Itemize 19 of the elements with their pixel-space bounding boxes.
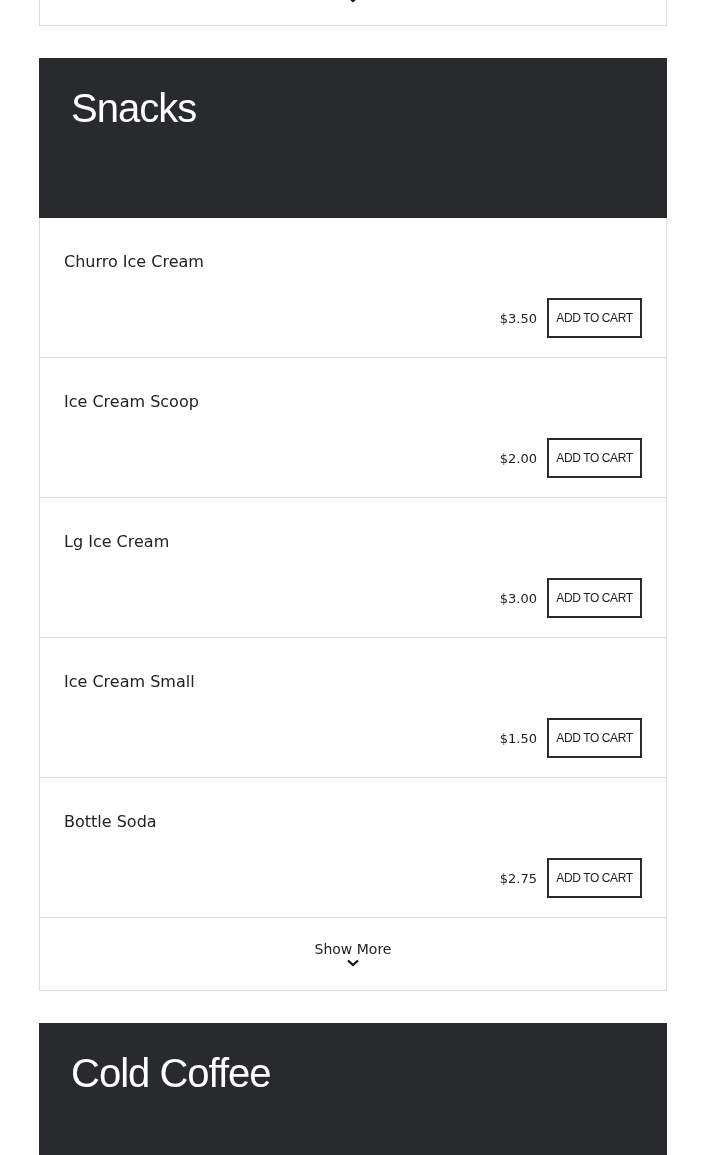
item-price: $3.50 [499, 310, 537, 326]
item-name: Churro Ice Cream [64, 252, 205, 271]
item-price: $3.00 [499, 590, 537, 606]
add-to-cart-button[interactable]: ADD TO CART [547, 298, 642, 338]
item-name: Bottle Soda [64, 812, 158, 831]
item-price: $2.75 [499, 870, 537, 886]
chevron-down-icon [347, 959, 359, 967]
show-more-button[interactable]: Show More [39, 918, 667, 991]
add-to-cart-button[interactable]: ADD TO CART [547, 578, 642, 618]
item-price: $2.00 [499, 450, 537, 466]
section-title: Cold Coffee [71, 1051, 272, 1096]
item-name: Ice Cream Scoop [64, 392, 200, 411]
add-to-cart-button[interactable]: ADD TO CART [547, 858, 642, 898]
item-name: Lg Ice Cream [64, 532, 171, 551]
add-to-cart-button[interactable]: ADD TO CART [547, 718, 642, 758]
add-to-cart-button[interactable]: ADD TO CART [547, 438, 642, 478]
item-name: Ice Cream Small [64, 672, 196, 691]
section-title: Snacks [71, 86, 198, 131]
item-price: $1.50 [499, 730, 537, 746]
